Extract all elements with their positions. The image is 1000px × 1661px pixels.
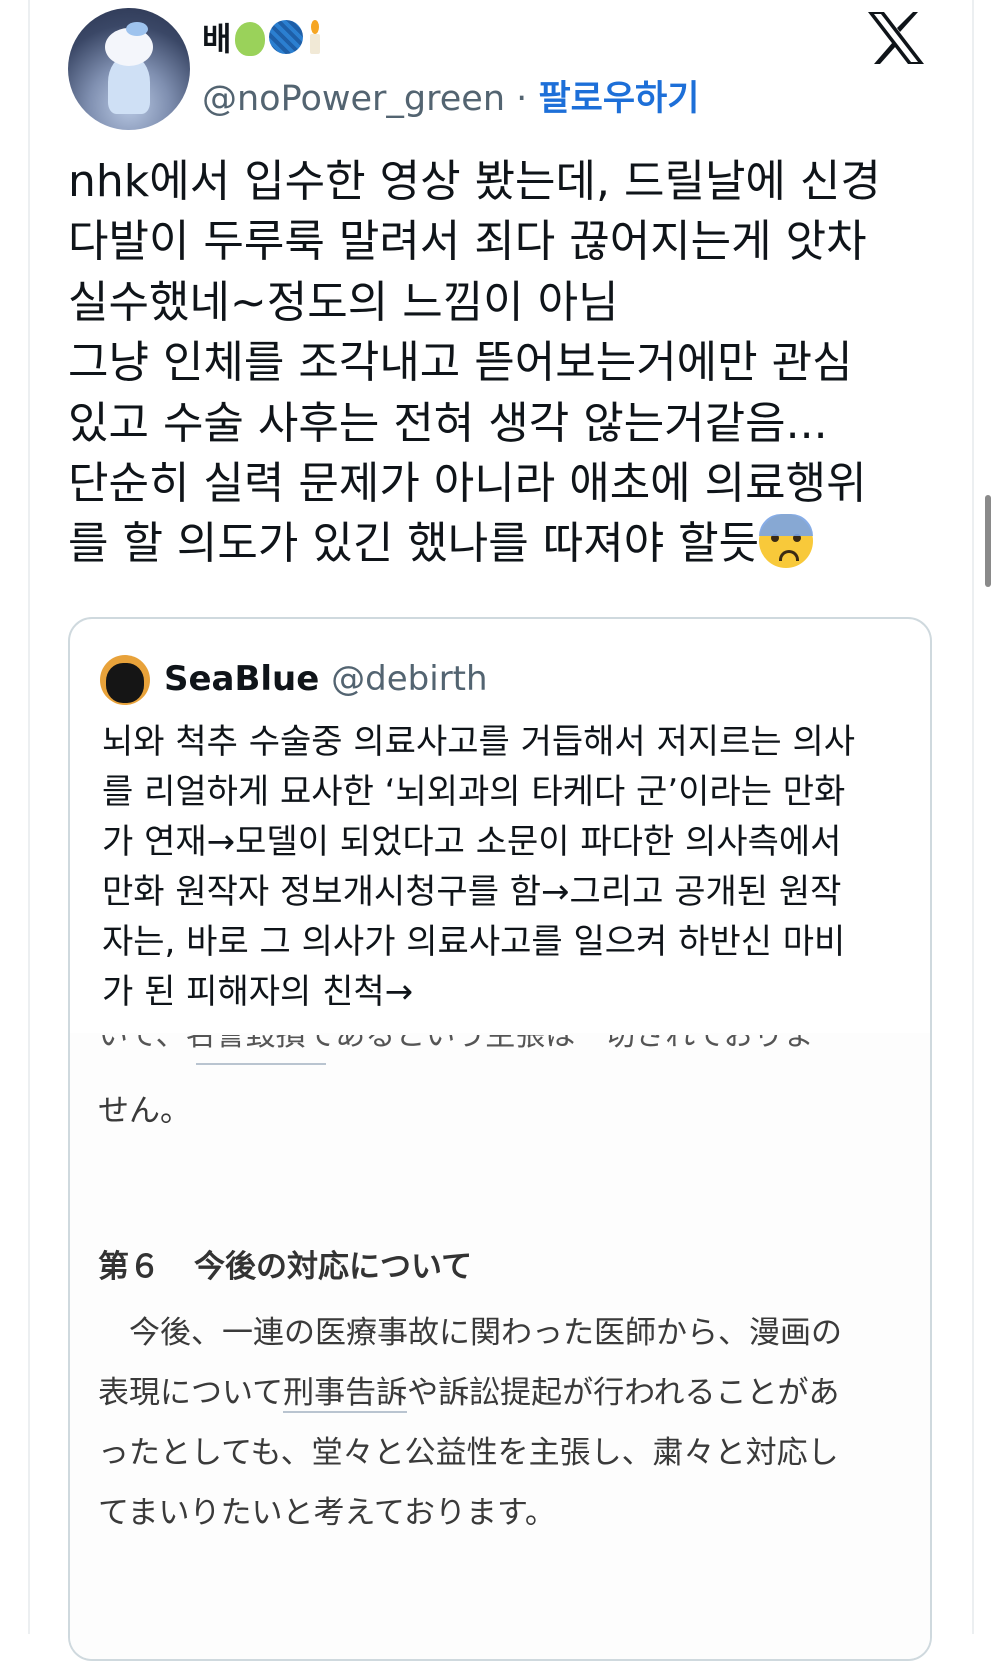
doc-para-line: ったとしても、堂々と公益性を主張し、粛々と対応し (98, 1435, 839, 1471)
tweet-line: 단순히 실력 문제가 아니라 애초에 의료행위 (68, 458, 867, 510)
quote-handle: @debirth (331, 659, 488, 699)
scrollbar-thumb[interactable] (985, 495, 991, 587)
doc-para-line: 今後、一連の医療事故に関わった医師から、漫画の (98, 1315, 842, 1351)
doc-line: せん。 (98, 1093, 191, 1129)
doc-heading-text: 今後の対応について (194, 1249, 473, 1285)
frame-right-border (972, 0, 974, 1634)
follow-button[interactable]: 팔로우하기 (538, 79, 699, 119)
candle-icon (307, 20, 323, 54)
doc-heading-number: 第６ (98, 1249, 160, 1285)
pear-icon (235, 22, 266, 56)
tweet-line: 실수했네~정도의 느낌이 아님 (68, 276, 619, 328)
doc-paragraph: 今後、一連の医療事故に関わった医師から、漫画の 表現について刑事告訴や訴訟提起が… (98, 1303, 888, 1543)
quote-avatar[interactable] (100, 655, 150, 705)
quote-text: 뇌와 척추 수술중 의료사고를 거듭해서 저지르는 의사 를 리얼하게 묘사한 … (102, 722, 856, 1012)
quote-attached-image[interactable]: いて、名誉毀損であるという主張は一切されておりま せん。 第６ 今後の対応について… (70, 1033, 930, 1659)
doc-underline (196, 1063, 326, 1065)
x-logo-icon[interactable] (866, 10, 926, 66)
tweet-line: 그냥 인체를 조각내고 뜯어보는거에만 관심 (68, 337, 853, 389)
doc-cut-line: いて、名誉毀損であるという主張は一切されておりま (98, 1035, 814, 1053)
tweet-line: 를 할 의도가 있긴 했나를 따져야 할듯 (68, 518, 760, 570)
handle-separator: · (516, 79, 528, 119)
quote-author[interactable]: SeaBlue @debirth (164, 659, 488, 699)
author-display-name[interactable]: 배 (202, 14, 323, 60)
doc-para-line: 表現について刑事告訴や訴訟提起が行われることがあ (98, 1375, 840, 1413)
doc-heading: 第６ 今後の対応について (98, 1241, 472, 1286)
tweet-line: nhk에서 입수한 영상 봤는데, 드릴날에 신경 (68, 156, 881, 207)
author-handle[interactable]: @noPower_green (202, 79, 505, 119)
quote-display-name: SeaBlue (164, 659, 320, 699)
yarn-icon (269, 20, 304, 54)
anxious-face-icon (759, 514, 814, 569)
doc-underlined-term: 刑事告訴 (283, 1375, 408, 1413)
tweet-line: 다발이 두루룩 말려서 죄다 끊어지는게 앗차 (68, 216, 867, 268)
display-name-text: 배 (202, 20, 232, 58)
author-avatar[interactable] (68, 8, 190, 130)
author-handle-row: @noPower_green · 팔로우하기 (202, 70, 699, 121)
quoted-tweet-card[interactable]: SeaBlue @debirth 뇌와 척추 수술중 의료사고를 거듭해서 저지… (68, 617, 932, 1661)
tweet-line: 있고 수술 사후는 전혀 생각 않는거같음... (68, 397, 828, 449)
tweet-text: nhk에서 입수한 영상 봤는데, 드릴날에 신경 다발이 두루룩 말려서 죄다… (68, 152, 948, 575)
frame-left-border (28, 0, 30, 1634)
doc-para-line: てまいりたいと考えております。 (98, 1495, 556, 1531)
